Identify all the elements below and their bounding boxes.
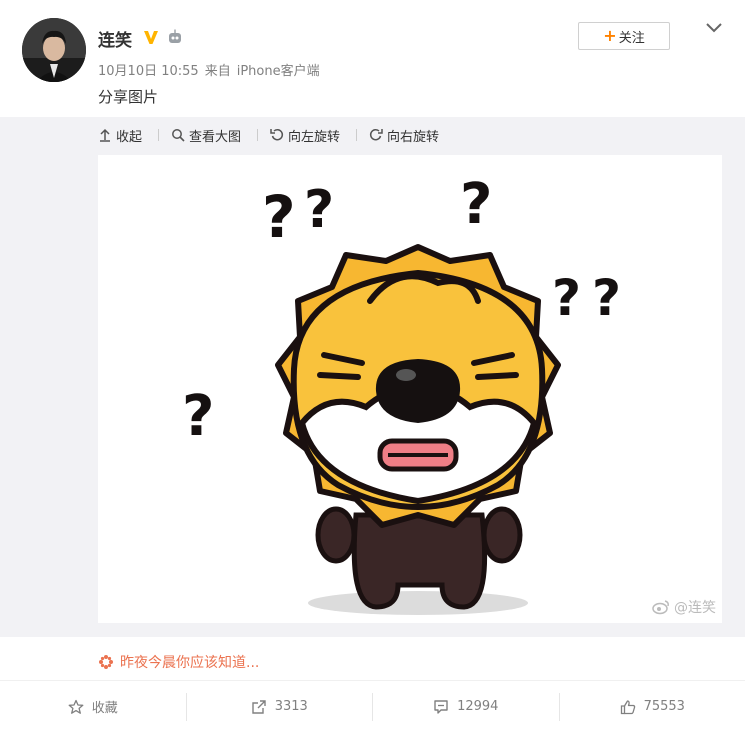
chevron-down-icon[interactable] — [704, 20, 724, 36]
rotate-left-icon — [270, 128, 284, 141]
collapse-label: 收起 — [116, 129, 143, 145]
question-mark: ? — [304, 180, 334, 240]
post-time[interactable]: 10月10日 10:55 — [98, 64, 199, 79]
robot-badge-icon — [169, 29, 181, 43]
related-topic-text: 昨夜今晨你应该知道... — [120, 655, 260, 671]
divider — [356, 129, 358, 141]
share-icon — [252, 699, 266, 714]
favorite-button[interactable]: 收藏 — [0, 692, 187, 721]
like-button[interactable]: 75553 — [560, 693, 745, 721]
repost-count: 3313 — [274, 699, 308, 714]
rotate-right-icon — [369, 128, 383, 141]
weibo-logo-icon — [652, 600, 669, 615]
action-bar: 收藏 3313 12994 75553 — [0, 680, 745, 732]
search-icon — [172, 129, 185, 142]
post-source[interactable]: iPhone客户端 — [237, 64, 320, 79]
question-mark: ? — [592, 269, 621, 327]
repost-button[interactable]: 3313 — [187, 692, 373, 721]
question-mark: ? — [460, 172, 492, 237]
comment-icon — [434, 699, 448, 714]
thumbs-up-icon — [620, 699, 635, 714]
view-large-label: 查看大图 — [189, 129, 242, 145]
comment-button[interactable]: 12994 — [373, 692, 560, 721]
like-count: 75553 — [643, 699, 685, 714]
follow-button[interactable]: + 关注 — [578, 22, 670, 50]
plus-icon: + — [603, 26, 617, 45]
star-icon — [68, 699, 84, 714]
watermark-text: @连笑 — [674, 600, 716, 616]
image-toolbar: 收起 查看大图 向左旋转 向右旋转 — [98, 125, 455, 145]
comment-count: 12994 — [457, 699, 499, 714]
divider — [257, 129, 259, 141]
view-large-button[interactable]: 查看大图 — [171, 126, 241, 145]
question-mark: ? — [182, 384, 214, 449]
collapse-arrow-icon — [100, 128, 110, 142]
favorite-label: 收藏 — [91, 701, 118, 716]
rotate-right-button[interactable]: 向右旋转 — [369, 126, 439, 145]
related-topic-link[interactable]: 昨夜今晨你应该知道... — [98, 652, 259, 672]
username[interactable]: 连笑 — [98, 26, 132, 51]
rotate-right-label: 向右旋转 — [387, 129, 440, 145]
flower-icon — [99, 655, 113, 669]
verified-v-icon — [144, 31, 158, 44]
source-prefix: 来自 — [204, 64, 231, 79]
avatar[interactable] — [22, 18, 86, 82]
post-image[interactable]: ? ? ? ? ? ? @连笑 — [98, 155, 722, 623]
divider — [158, 129, 160, 141]
rotate-left-label: 向左旋转 — [288, 129, 341, 145]
question-mark: ? — [552, 269, 581, 327]
post-meta: 10月10日 10:55 来自 iPhone客户端 — [98, 60, 326, 79]
follow-label: 关注 — [618, 30, 645, 46]
post-text: 分享图片 — [98, 88, 159, 106]
rotate-left-button[interactable]: 向左旋转 — [270, 126, 340, 145]
image-watermark: @连笑 — [652, 597, 716, 617]
confused-lion-illustration: ? ? ? ? ? ? — [182, 172, 621, 615]
question-mark: ? — [262, 183, 296, 251]
collapse-button[interactable]: 收起 — [98, 126, 142, 145]
